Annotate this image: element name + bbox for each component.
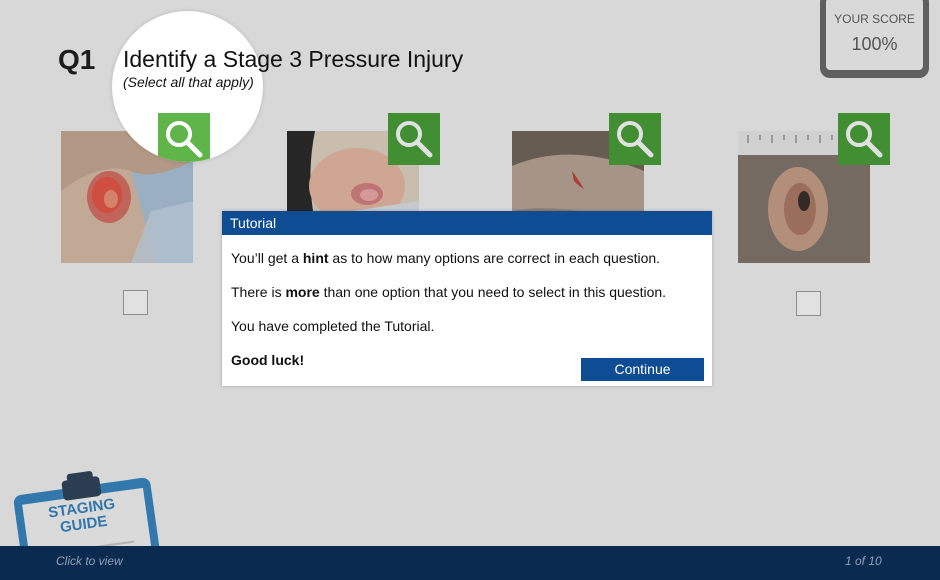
zoom-button-4[interactable] bbox=[838, 113, 890, 165]
page-counter: 1 of 10 bbox=[845, 554, 882, 568]
completed-text: You have completed the Tutorial. bbox=[231, 318, 435, 334]
magnifier-icon bbox=[617, 121, 654, 158]
more-text: There is more than one option that you n… bbox=[231, 284, 667, 300]
magnifier-icon bbox=[846, 121, 883, 158]
tutorial-dialog: Tutorial You’ll get a hint as to how man… bbox=[222, 211, 712, 386]
zoom-button-1[interactable] bbox=[158, 113, 210, 162]
option-checkbox-1[interactable] bbox=[123, 290, 148, 315]
score-label: YOUR SCORE bbox=[834, 12, 915, 26]
zoom-button-2[interactable] bbox=[388, 113, 440, 165]
question-title: Identify a Stage 3 Pressure Injury bbox=[123, 46, 464, 72]
score-value: 100% bbox=[851, 34, 898, 54]
magnifier-icon bbox=[166, 121, 203, 158]
zoom-button-3[interactable] bbox=[609, 113, 661, 165]
click-to-view-text[interactable]: Click to view bbox=[56, 554, 123, 568]
continue-button[interactable]: Continue bbox=[581, 358, 704, 381]
score-panel: YOUR SCORE 100% bbox=[820, 0, 929, 78]
hint-text: You’ll get a hint as to how many options… bbox=[231, 250, 661, 266]
magnifier-icon bbox=[396, 121, 433, 158]
question-number: Q1 bbox=[58, 44, 96, 75]
footer-bar: Click to view 1 of 10 bbox=[0, 546, 940, 580]
dialog-title: Tutorial bbox=[222, 211, 712, 235]
option-checkbox-4[interactable] bbox=[796, 291, 821, 316]
question-instruction: (Select all that apply) bbox=[123, 74, 254, 90]
